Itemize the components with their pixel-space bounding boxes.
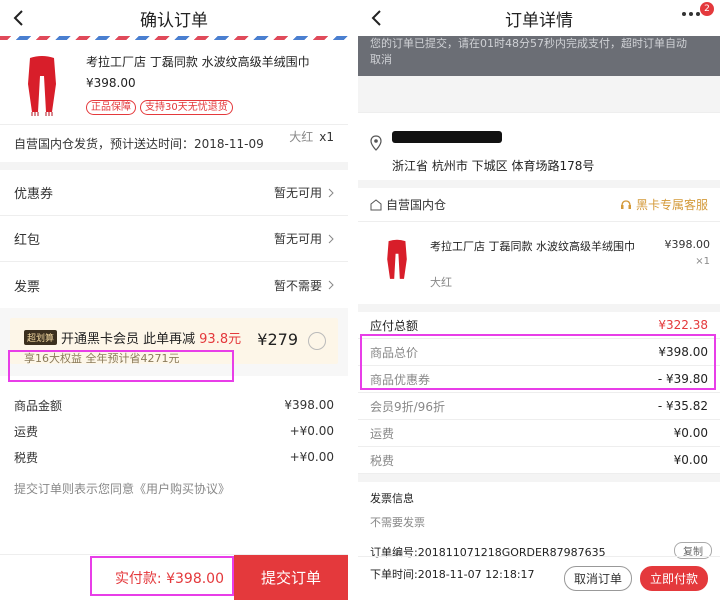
product-card[interactable]: 考拉工厂店 丁磊同款 水波纹高级羊绒围巾 ¥398.00 ×1 大红 [358, 222, 720, 304]
summary-label: 运费 [370, 426, 395, 441]
summary-value: ¥0.00 [673, 453, 708, 467]
amount-row: 运费 +¥0.00 [0, 418, 348, 444]
vip-service-link[interactable]: 黑卡专属客服 [620, 196, 708, 213]
page-title: 订单详情 [505, 10, 573, 31]
product-name: 考拉工厂店 丁磊同款 水波纹高级羊绒围巾 [86, 55, 310, 69]
highlight-box-promo [8, 350, 234, 382]
cancel-order-button[interactable]: 取消订单 [563, 566, 632, 591]
summary-label: 税费 [370, 453, 395, 468]
agreement-text[interactable]: 提交订单则表示您同意《用户购买协议》 [0, 470, 348, 507]
amount-label: 商品金额 [14, 398, 63, 413]
scarf-image [28, 56, 56, 116]
chevron-right-icon [328, 280, 334, 290]
page-title: 确认订单 [140, 10, 208, 31]
panel-divider [348, 0, 358, 600]
coupon-label: 优惠券 [14, 187, 54, 202]
back-arrow-icon[interactable] [10, 8, 28, 28]
submit-order-button[interactable]: 提交订单 [234, 555, 348, 600]
invoice-value: 暂不需要 [273, 278, 322, 293]
section-gap [358, 180, 720, 188]
promo-chip: 超划算 [24, 330, 58, 345]
amount-row: 商品金额 ¥398.00 [0, 392, 348, 418]
red-packet-label: 红包 [14, 233, 41, 248]
bottom-bar: 取消订单 立即付款 [358, 556, 720, 600]
location-pin-icon [370, 135, 382, 151]
summary-label: 会员9折/96折 [370, 399, 445, 414]
product-color: 大红 [289, 130, 314, 144]
notification-badge: 2 [700, 2, 714, 16]
invoice-label: 发票 [14, 279, 41, 295]
promo-line: 超划算 开通黑卡会员 此单再减 93.8元 [24, 328, 241, 347]
header: 订单详情 2 [358, 0, 720, 36]
banner-line: 取消 [370, 53, 392, 66]
product-qty: x1 [319, 130, 334, 144]
summary-value: - ¥35.82 [657, 399, 708, 413]
redacted-recipient [392, 131, 502, 143]
product-card[interactable]: 考拉工厂店 丁磊同款 水波纹高级羊绒围巾 ¥398.00 正品保障 支持30天无… [0, 40, 348, 144]
headset-icon [620, 199, 631, 209]
amount-value: ¥398.00 [284, 398, 334, 412]
invoice-value: 不需要发票 [370, 516, 425, 529]
coupon-value: 暂无可用 [273, 186, 322, 200]
pay-now-button[interactable]: 立即付款 [639, 566, 708, 591]
scarf-image [387, 239, 407, 279]
chevron-right-icon [328, 234, 334, 243]
section-gap [358, 474, 720, 482]
invoice-row[interactable]: 发票 暂不需要 [0, 262, 348, 308]
summary-value: ¥322.38 [658, 318, 708, 332]
store-icon [370, 198, 382, 210]
summary-label: 应付总额 [370, 318, 419, 333]
amount-value: +¥0.00 [289, 450, 334, 464]
section-gap [358, 304, 720, 312]
invoice-section: 发票信息 不需要发票 [358, 482, 720, 538]
summary-row: 运费 ¥0.00 [358, 420, 720, 447]
promo-amount: 93.8元 [199, 332, 242, 347]
summary-row: 税费 ¥0.00 [358, 447, 720, 474]
summary-value: ¥0.00 [673, 426, 708, 440]
section-gap [0, 162, 348, 170]
amount-row: 税费 +¥0.00 [0, 444, 348, 470]
banner-line: 您的订单已提交，请在01时48分57秒内完成支付，超时订单自动 [370, 37, 687, 50]
product-name: 考拉工厂店 丁磊同款 水波纹高级羊绒围巾 [430, 240, 635, 253]
section-gap [358, 76, 720, 112]
address-text: 浙江省 杭州市 下城区 体育场路178号 [392, 159, 595, 173]
red-packet-value: 暂无可用 [273, 232, 322, 246]
red-packet-row[interactable]: 红包 暂无可用 [0, 216, 348, 262]
invoice-title: 发票信息 [370, 492, 414, 505]
highlight-box-pay [90, 556, 234, 596]
product-price: ¥398.00 [664, 238, 711, 251]
payment-banner: 您的订单已提交，请在01时48分57秒内完成支付，超时订单自动 取消 [358, 36, 720, 76]
store-name: 自营国内仓 [386, 198, 447, 212]
back-arrow-icon[interactable] [368, 8, 386, 28]
tag-authentic: 正品保障 [86, 100, 136, 115]
chevron-right-icon [328, 188, 334, 197]
order-detail-screen: 订单详情 2 您的订单已提交，请在01时48分57秒内完成支付，超时订单自动 取… [358, 0, 720, 600]
product-spec: 大红 x1 [289, 128, 334, 145]
store-row: 自营国内仓 黑卡专属客服 [358, 188, 720, 222]
amount-value: +¥0.00 [289, 424, 334, 438]
confirm-order-screen: 确认订单 考拉工厂店 丁磊同款 水波纹高级羊绒围巾 ¥398.00 正品保障 支… [0, 0, 348, 600]
product-price: ¥398.00 [86, 76, 136, 90]
header: 确认订单 [0, 0, 348, 36]
tag-return: 支持30天无忧退货 [140, 100, 233, 115]
vip-service-label: 黑卡专属客服 [635, 198, 708, 212]
amount-label: 运费 [14, 424, 39, 439]
summary-row: 会员9折/96折 - ¥35.82 [358, 393, 720, 420]
coupon-row[interactable]: 优惠券 暂无可用 [0, 170, 348, 216]
amount-label: 税费 [14, 450, 39, 465]
product-qty: ×1 [695, 256, 710, 267]
address-card: 浙江省 杭州市 下城区 体育场路178号 [358, 112, 720, 180]
product-spec: 大红 [430, 276, 452, 289]
promo-select-checkbox[interactable] [308, 332, 326, 350]
promo-price: ¥279 [257, 330, 298, 349]
highlight-box-discounts [360, 334, 716, 390]
promo-text: 开通黑卡会员 此单再减 [61, 332, 196, 347]
